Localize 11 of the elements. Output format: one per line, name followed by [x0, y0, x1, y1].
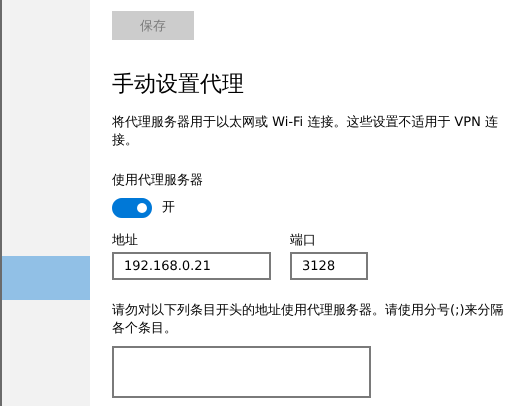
exceptions-label: 请勿对以下列条目开头的地址使用代理服务器。请使用分号(;)来分隔各个条目。	[112, 302, 505, 338]
proxy-toggle[interactable]	[112, 198, 152, 218]
exceptions-field[interactable]	[112, 346, 371, 398]
port-label: 端口	[290, 232, 317, 250]
address-label: 地址	[112, 232, 139, 250]
toggle-state-text: 开	[162, 199, 175, 217]
port-field[interactable]: 3128	[290, 252, 368, 280]
section-heading: 手动设置代理	[112, 71, 244, 99]
address-field[interactable]: 192.168.0.21	[112, 252, 271, 280]
toggle-label: 使用代理服务器	[112, 172, 203, 190]
description-text: 将代理服务器用于以太网或 Wi-Fi 连接。这些设置不适用于 VPN 连接。	[112, 114, 500, 150]
